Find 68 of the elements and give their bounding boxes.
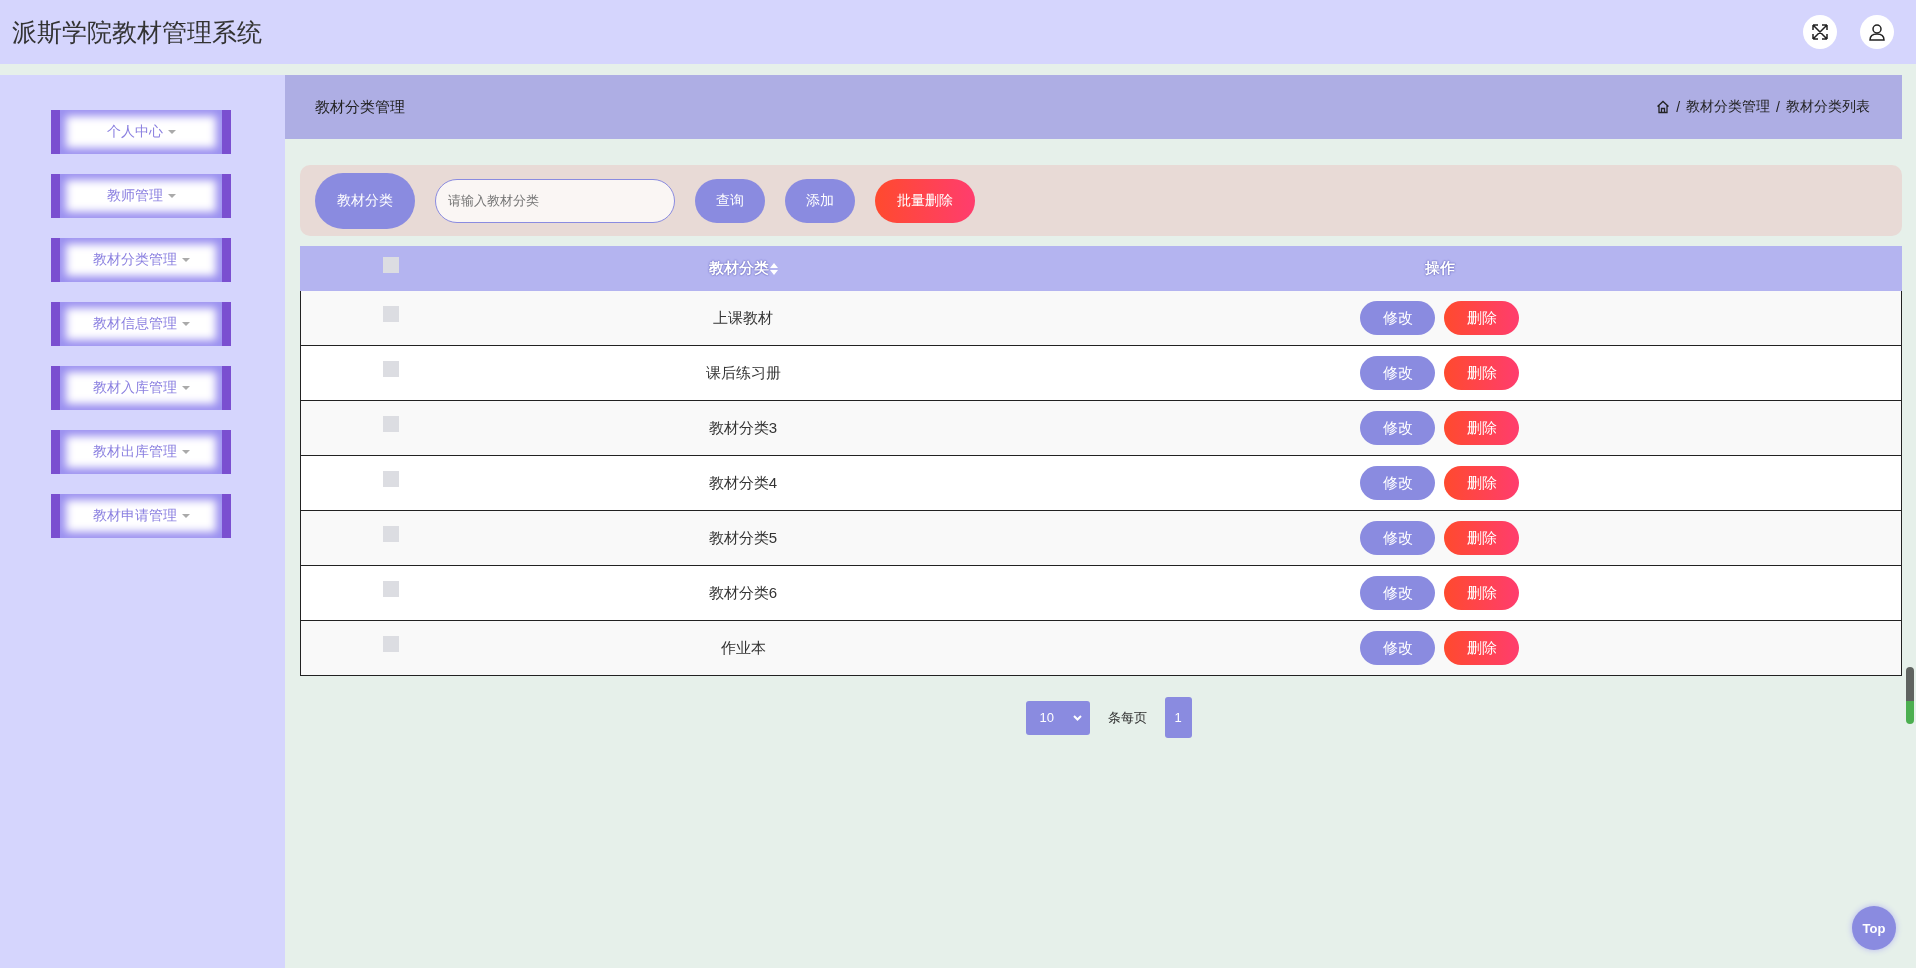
sidebar-menu-item[interactable]: 教材信息管理 [51, 302, 231, 346]
delete-button[interactable]: 批量删除 [875, 178, 975, 223]
user-icon [1867, 22, 1887, 42]
checkbox[interactable] [383, 361, 399, 377]
column-header: 操作 [1424, 259, 1455, 278]
edit-button[interactable]: 修改 [1360, 411, 1435, 445]
caret-icon [181, 258, 190, 262]
delete-button[interactable]: 删除 [1444, 466, 1519, 500]
delete-button[interactable]: 删除 [1444, 301, 1519, 335]
sidebar-menu-item[interactable]: 个人中心 [51, 110, 231, 154]
fullscreen-icon [1810, 22, 1830, 42]
checkbox[interactable] [383, 416, 399, 432]
edit-button[interactable]: 修改 [1360, 301, 1435, 335]
breadcrumb-separator: / [1676, 99, 1681, 115]
delete-button[interactable]: 删除 [1444, 576, 1519, 610]
page-size-label: 条每页 [1107, 708, 1147, 727]
checkbox[interactable] [383, 526, 399, 542]
table-cell: 教材分类5 [708, 528, 778, 548]
table-cell: 上课教材 [713, 308, 773, 328]
delete-button[interactable]: 删除 [1444, 411, 1519, 445]
sidebar-menu-item[interactable]: 教材出库管理 [51, 430, 231, 474]
table-cell: 教材分类3 [708, 418, 778, 438]
edit-button[interactable]: 修改 [1360, 631, 1435, 665]
caret-icon [181, 322, 190, 326]
table-cell: 作业本 [720, 638, 766, 658]
sort-icon[interactable] [769, 262, 778, 275]
edit-button[interactable]: 修改 [1360, 356, 1435, 390]
checkbox[interactable] [383, 581, 399, 597]
caret-icon [167, 130, 176, 134]
scrollbar-thumb[interactable] [1906, 667, 1914, 724]
edit-button[interactable]: 修改 [1360, 576, 1435, 610]
home-icon[interactable] [1656, 100, 1671, 114]
delete-button[interactable]: 删除 [1444, 521, 1519, 555]
checkbox[interactable] [383, 256, 399, 273]
table-cell: 教材分类4 [708, 473, 778, 493]
checkbox[interactable] [383, 306, 399, 322]
app-title: 派斯学院教材管理系统 [12, 16, 262, 48]
caret-icon [167, 194, 176, 198]
action-button[interactable]: 查询 [695, 178, 765, 223]
user-button[interactable] [1860, 15, 1894, 49]
checkbox[interactable] [383, 636, 399, 652]
sidebar-menu-item[interactable]: 教材申请管理 [51, 494, 231, 538]
sidebar-menu-item[interactable]: 教师管理 [51, 174, 231, 218]
chevron-down-icon [1072, 714, 1082, 721]
page-number-button[interactable]: 1 [1164, 697, 1192, 738]
caret-icon [181, 514, 190, 518]
sidebar-menu-item[interactable]: 教材分类管理 [51, 238, 231, 282]
breadcrumb-separator: / [1776, 99, 1780, 115]
delete-button[interactable]: 删除 [1444, 631, 1519, 665]
breadcrumb-link[interactable]: 教材分类管理 [1686, 98, 1771, 116]
caret-icon [181, 450, 190, 454]
back-to-top-button[interactable]: Top [1852, 906, 1896, 950]
caret-icon [181, 386, 190, 390]
table-cell: 教材分类6 [708, 583, 778, 603]
breadcrumb-link[interactable]: 教材分类列表 [1786, 98, 1870, 116]
sidebar-menu-item[interactable]: 教材入库管理 [51, 366, 231, 410]
search-label: 教材分类 [315, 172, 415, 229]
page-title: 教材分类管理 [315, 97, 405, 117]
page-size-select[interactable]: 10 [1025, 700, 1090, 735]
delete-button[interactable]: 删除 [1444, 356, 1519, 390]
table-cell: 课后练习册 [705, 363, 781, 383]
fullscreen-button[interactable] [1803, 15, 1837, 49]
edit-button[interactable]: 修改 [1360, 521, 1435, 555]
column-header[interactable]: 教材分类 [708, 259, 769, 278]
edit-button[interactable]: 修改 [1360, 466, 1435, 500]
checkbox[interactable] [383, 471, 399, 487]
search-field[interactable]: 请输入教材分类 [435, 178, 675, 223]
action-button[interactable]: 添加 [785, 178, 855, 223]
